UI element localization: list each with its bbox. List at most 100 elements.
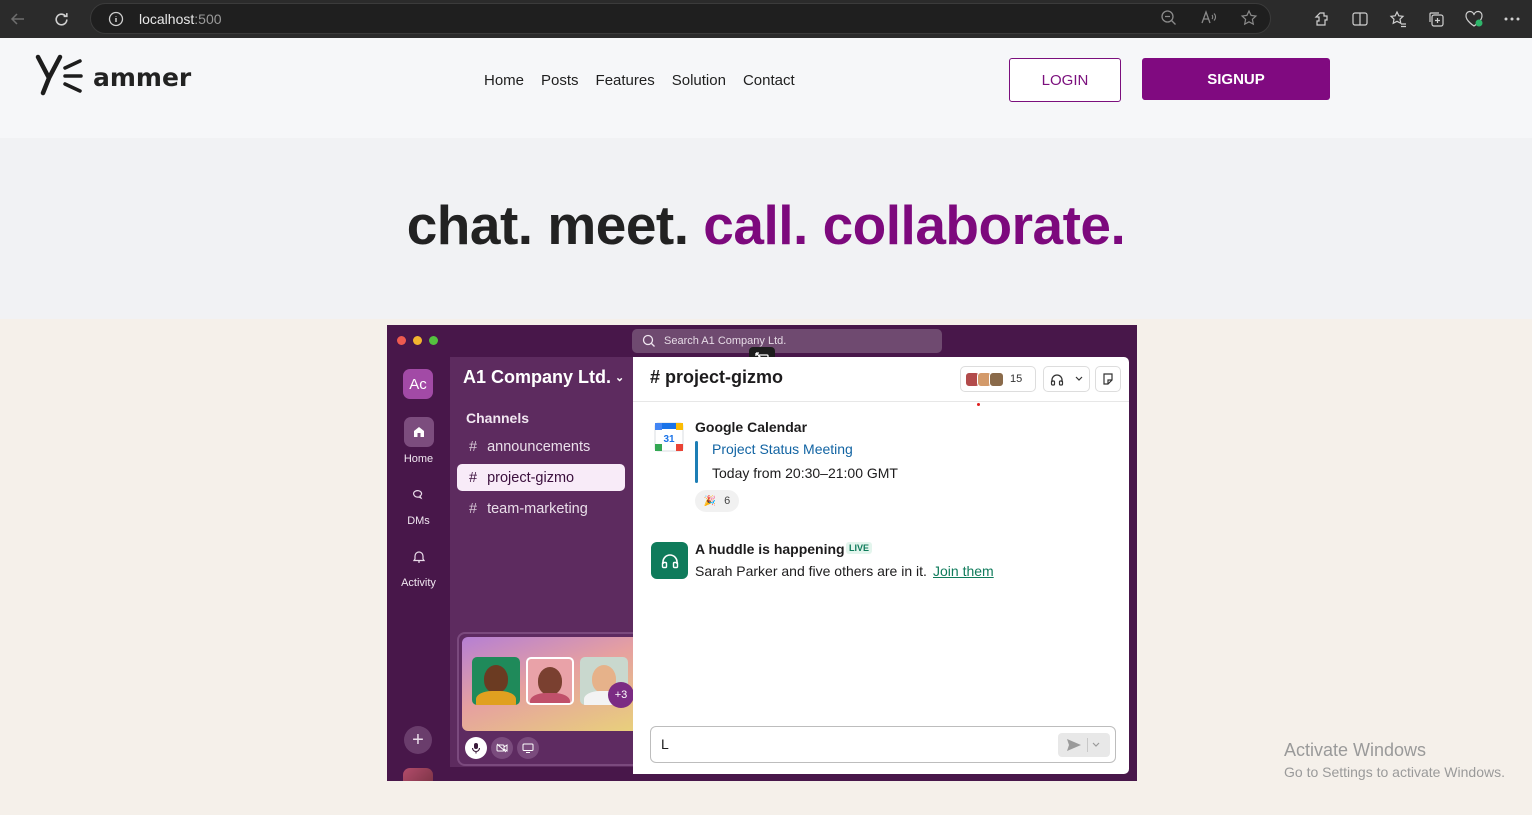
member-count: 15 bbox=[1010, 373, 1023, 385]
favorites-icon[interactable] bbox=[1388, 9, 1408, 29]
canvas-icon bbox=[1103, 373, 1113, 385]
huddle-message-text: Sarah Parker and five others are in it. bbox=[695, 563, 927, 579]
url-port: :500 bbox=[194, 10, 222, 27]
signup-button[interactable]: SIGNUP bbox=[1142, 58, 1330, 100]
main-nav: Home Posts Features Solution Contact bbox=[484, 72, 795, 89]
channel-name: team-marketing bbox=[487, 500, 588, 517]
app-preview-image: Search A1 Company Ltd. Ac Home DMs Activ… bbox=[387, 325, 1137, 781]
bell-icon bbox=[404, 541, 434, 571]
favorite-star-icon[interactable] bbox=[1240, 9, 1258, 27]
screen-share-button[interactable] bbox=[517, 737, 539, 759]
browser-essentials-icon[interactable] bbox=[1464, 9, 1484, 29]
plus-icon: + bbox=[412, 728, 424, 751]
microphone-icon bbox=[471, 743, 481, 754]
split-screen-icon[interactable] bbox=[1350, 9, 1370, 29]
refresh-button[interactable] bbox=[44, 2, 78, 36]
party-emoji-icon: 🎉 bbox=[703, 495, 717, 507]
logo-text: ammer bbox=[93, 63, 192, 92]
cursor-marker bbox=[977, 403, 980, 406]
rail-home[interactable]: Home bbox=[387, 417, 450, 465]
nav-solution[interactable]: Solution bbox=[672, 72, 726, 89]
browser-toolbar: localhost:500 bbox=[0, 0, 1532, 38]
chevron-down-icon bbox=[1075, 376, 1083, 381]
channel-title: # project-gizmo bbox=[650, 367, 784, 387]
reaction-count: 6 bbox=[724, 495, 731, 507]
channel-name: project-gizmo bbox=[487, 469, 575, 486]
hash-icon: # bbox=[469, 469, 478, 486]
chevron-down-icon bbox=[1092, 742, 1100, 747]
rail-home-label: Home bbox=[403, 453, 434, 465]
event-time: Today from 20:30–21:00 GMT bbox=[712, 465, 898, 481]
members-button[interactable]: 15 bbox=[960, 366, 1036, 392]
home-icon bbox=[403, 417, 434, 447]
more-menu-icon[interactable] bbox=[1502, 9, 1522, 29]
screen-share-icon bbox=[522, 743, 534, 753]
participant-avatar bbox=[526, 657, 574, 705]
login-button[interactable]: LOGIN bbox=[1009, 58, 1121, 102]
video-off-icon bbox=[496, 743, 508, 753]
refresh-icon bbox=[54, 12, 68, 26]
mic-button[interactable] bbox=[465, 737, 487, 759]
chevron-down-icon: ⌄ bbox=[615, 372, 625, 384]
hash-icon: # bbox=[469, 438, 478, 455]
rail-activity-label: Activity bbox=[401, 577, 436, 589]
channel-name: announcements bbox=[487, 438, 591, 455]
header-divider bbox=[633, 401, 1129, 402]
channel-item-active[interactable]: # project-gizmo bbox=[457, 464, 625, 491]
watermark-subtitle: Go to Settings to activate Windows. bbox=[1284, 764, 1505, 780]
minimize-dot-icon bbox=[413, 336, 422, 345]
back-arrow-icon bbox=[10, 13, 24, 25]
window-controls bbox=[397, 336, 438, 345]
nav-features[interactable]: Features bbox=[596, 72, 655, 89]
app-search-placeholder: Search A1 Company Ltd. bbox=[664, 335, 787, 347]
site-info-icon[interactable] bbox=[107, 10, 125, 28]
canvas-button[interactable] bbox=[1095, 366, 1121, 392]
rail-activity[interactable]: Activity bbox=[387, 541, 450, 589]
huddle-button[interactable] bbox=[1043, 366, 1090, 392]
more-participants-badge: +3 bbox=[608, 682, 634, 708]
site-logo[interactable]: ammer bbox=[35, 52, 191, 96]
address-bar[interactable]: localhost:500 bbox=[90, 3, 1271, 34]
workspace-name[interactable]: A1 Company Ltd. ⌄ bbox=[463, 367, 624, 388]
join-huddle-link[interactable]: Join them bbox=[933, 563, 994, 579]
reaction-pill[interactable]: 🎉 6 bbox=[695, 490, 739, 512]
workspace-avatar[interactable]: Ac bbox=[403, 369, 433, 399]
zoom-out-icon[interactable] bbox=[1160, 9, 1178, 27]
windows-activation-watermark: Activate Windows Go to Settings to activ… bbox=[1284, 740, 1505, 780]
search-icon bbox=[642, 334, 655, 347]
huddle-headphones-icon bbox=[651, 542, 688, 579]
participant-avatar bbox=[472, 657, 520, 705]
channel-item[interactable]: # announcements bbox=[457, 433, 625, 460]
nav-posts[interactable]: Posts bbox=[541, 72, 579, 89]
rail-dms-label: DMs bbox=[407, 515, 430, 527]
rail-dms[interactable]: DMs bbox=[387, 479, 450, 527]
extensions-icon[interactable] bbox=[1312, 9, 1332, 29]
app-search-bar[interactable]: Search A1 Company Ltd. bbox=[632, 329, 942, 353]
maximize-dot-icon bbox=[429, 336, 438, 345]
nav-home[interactable]: Home bbox=[484, 72, 524, 89]
watermark-title: Activate Windows bbox=[1284, 740, 1427, 760]
hero-headline-part1: chat. meet. bbox=[406, 194, 704, 256]
attachment-bar bbox=[695, 441, 698, 483]
headphones-icon bbox=[1050, 373, 1063, 386]
hero-section: chat. meet. call. collaborate. bbox=[0, 138, 1532, 319]
send-icon bbox=[1067, 739, 1081, 751]
message-author[interactable]: Google Calendar bbox=[695, 419, 807, 435]
read-aloud-icon[interactable] bbox=[1200, 9, 1218, 27]
message-composer[interactable]: L bbox=[650, 726, 1116, 763]
add-workspace-button[interactable]: + bbox=[404, 726, 432, 754]
huddle-widget[interactable]: +3 bbox=[457, 632, 647, 766]
back-button[interactable] bbox=[1, 2, 35, 36]
event-title-link[interactable]: Project Status Meeting bbox=[712, 441, 853, 457]
hero-headline-accent: call. collaborate. bbox=[703, 194, 1126, 256]
user-avatar[interactable] bbox=[403, 768, 433, 781]
channel-main-pane: # project-gizmo 15 31 Google Calendar Pr bbox=[633, 357, 1129, 774]
video-button[interactable] bbox=[491, 737, 513, 759]
collections-icon[interactable] bbox=[1426, 9, 1446, 29]
send-button[interactable] bbox=[1058, 733, 1110, 757]
channel-item[interactable]: # team-marketing bbox=[457, 495, 625, 522]
nav-contact[interactable]: Contact bbox=[743, 72, 795, 89]
live-badge: LIVE bbox=[846, 542, 873, 554]
workspace-name-text: A1 Company Ltd. bbox=[463, 367, 612, 387]
composer-text: L bbox=[661, 736, 669, 752]
